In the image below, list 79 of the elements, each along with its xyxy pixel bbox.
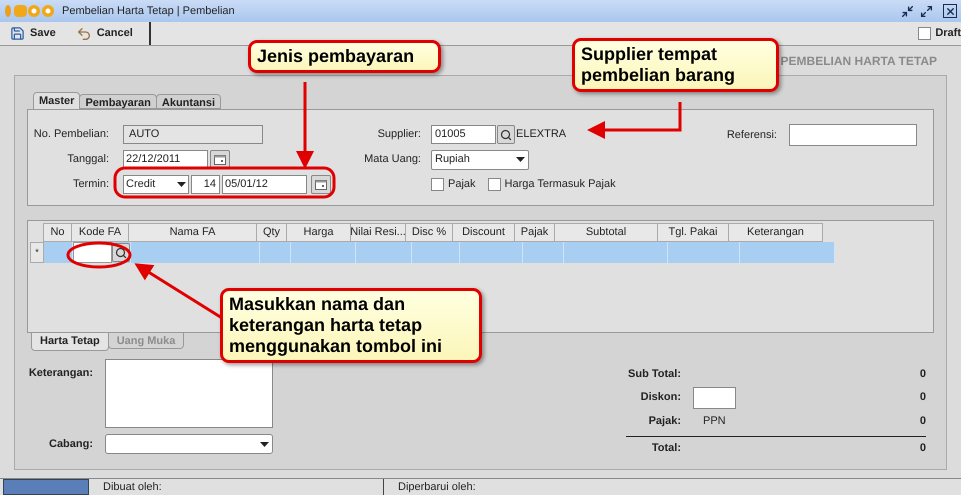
table-cell[interactable] <box>73 242 131 263</box>
due-date-field[interactable]: 05/01/12 <box>222 175 307 194</box>
field-label: Mata Uang: <box>363 152 421 168</box>
branch-select[interactable] <box>105 434 273 454</box>
window-title: Pembelian Harta Tetap | Pembelian <box>62 4 235 19</box>
column-header: Pajak <box>514 223 555 242</box>
number-field: AUTO <box>123 125 263 144</box>
column-header: Discount <box>452 223 515 242</box>
total-value: 0 <box>920 390 926 406</box>
total-label: Sub Total: <box>627 366 681 382</box>
checkbox[interactable] <box>918 27 932 40</box>
highlight-ring <box>66 242 132 268</box>
checkbox-label: Pajak <box>448 177 476 192</box>
tab[interactable]: Master <box>33 92 80 109</box>
total-label: Total: <box>650 440 681 456</box>
callout: Supplier tempat pembelian barang <box>572 38 779 92</box>
total-value: 0 <box>920 414 926 429</box>
calendar-button[interactable] <box>311 175 331 194</box>
notes-textarea[interactable] <box>105 359 273 428</box>
created-by-label: Dibuat oleh: <box>89 479 384 495</box>
field-label: Keterangan: <box>28 366 93 381</box>
column-header: Disc % <box>405 223 453 242</box>
column-header: Tgl. Pakai <box>657 223 729 242</box>
close-icon <box>944 6 956 16</box>
close-button[interactable] <box>943 4 957 18</box>
field-label: Referensi: <box>726 128 777 143</box>
search-button[interactable] <box>497 125 515 144</box>
calendar-icon <box>315 180 327 190</box>
tab[interactable]: Harta Tetap <box>31 333 109 351</box>
draft-label: Draft <box>935 26 961 42</box>
currency-select[interactable]: Rupiah <box>431 150 529 170</box>
cancel-button[interactable]: Cancel <box>66 22 143 45</box>
restore-icon[interactable] <box>901 4 914 18</box>
reference-field[interactable] <box>789 124 917 146</box>
column-header: Nilai Resi... <box>350 223 406 242</box>
total-label: Pajak: <box>648 414 681 429</box>
column-header: No <box>43 223 72 242</box>
updated-by-label: Diperbarui oleh: <box>397 480 476 495</box>
days-field[interactable]: 14 <box>191 175 220 194</box>
field-label: Termin: <box>72 177 109 192</box>
table-row[interactable]: * <box>30 242 835 263</box>
discount-field[interactable] <box>693 386 736 408</box>
checkbox[interactable] <box>431 178 444 191</box>
page-heading: PEMBELIAN HARTA TETAP <box>780 52 937 70</box>
supplier-name: ELEXTRA <box>516 127 566 142</box>
column-header: Qty <box>256 223 287 242</box>
tab[interactable]: Akuntansi <box>156 94 222 109</box>
row-marker: * <box>30 242 44 263</box>
column-header: Subtotal <box>554 223 658 242</box>
tax-type: PPN <box>703 414 726 429</box>
checkbox-label: Harga Termasuk Pajak <box>504 177 616 192</box>
search-icon <box>115 246 127 258</box>
search-icon <box>500 128 512 140</box>
callout: Masukkan nama dan keterangan harta tetap menggunakan tombol ini <box>220 288 482 363</box>
caret-icon <box>177 182 186 187</box>
field-label: Tanggal: <box>66 152 109 168</box>
caret-icon <box>516 157 525 162</box>
floppy-icon <box>10 26 25 41</box>
total-value: 0 <box>920 440 926 456</box>
callout: Jenis pembayaran <box>248 40 441 73</box>
calendar-icon <box>214 154 226 164</box>
checkbox[interactable] <box>488 178 501 191</box>
bee-logo-icon <box>4 4 56 18</box>
field-label: Supplier: <box>376 127 421 142</box>
undo-icon <box>76 26 92 42</box>
column-header: Kode FA <box>71 223 129 242</box>
supplier-code-field[interactable]: 01005 <box>431 125 496 144</box>
column-header: Harga <box>286 223 351 242</box>
caret-icon <box>260 442 269 446</box>
field-label: No. Pembelian: <box>32 127 109 142</box>
save-button[interactable]: Save <box>0 22 66 45</box>
total-label: Diskon: <box>640 390 681 406</box>
total-value: 0 <box>920 366 926 382</box>
column-header: Keterangan <box>728 223 823 242</box>
column-header: Nama FA <box>128 223 257 242</box>
field-label: Cabang: <box>48 436 93 452</box>
maximize-icon[interactable] <box>920 4 933 18</box>
payment-type-select[interactable]: Credit <box>123 175 189 194</box>
tab[interactable]: Pembayaran <box>79 94 157 109</box>
